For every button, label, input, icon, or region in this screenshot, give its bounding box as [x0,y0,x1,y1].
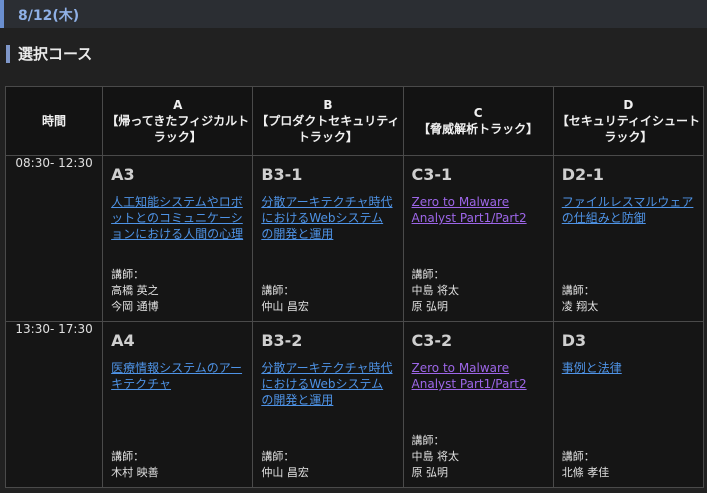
track-name: 【帰ってきたフィジカルトラック】 [106,114,250,144]
session-title-link[interactable]: 人工知能システムやロボットとのコミュニケーションにおける人間の心理 [111,194,244,242]
speaker-name: 高橋 英之 [111,284,159,297]
speaker-label: 講師： [111,268,145,281]
session-cell: B3-2 分散アーキテクチャ時代におけるWebシステムの開発と運用 講師： 仲山… [252,321,404,488]
speaker-block: 講師： 高橋 英之 今岡 通博 [111,267,159,315]
session-code: D2-1 [561,165,604,184]
time-slot: 08:30- 12:30 [4,155,104,322]
speaker-label: 講師： [561,450,595,463]
session-cell: A3 人工知能システムやロボットとのコミュニケーションにおける人間の心理 講師：… [102,155,254,322]
speaker-name: 今岡 通博 [111,300,159,313]
speaker-name: 原 弘明 [411,466,449,479]
speaker-block: 講師： 仲山 昌宏 [261,449,309,481]
session-code: C3-1 [411,165,453,184]
session-title-link[interactable]: Zero to Malware Analyst Part1/Part2 [412,194,545,226]
date-heading: 8/12(木) [18,8,80,24]
course-schedule-table: 時間 A 【帰ってきたフィジカルトラック】 B 【プロダクトセキュリティトラック… [4,86,705,488]
session-title-link[interactable]: 分散アーキテクチャ時代におけるWebシステムの開発と運用 [261,360,394,408]
table-header-row: 時間 A 【帰ってきたフィジカルトラック】 B 【プロダクトセキュリティトラック… [4,86,705,156]
speaker-block: 講師： 仲山 昌宏 [261,283,309,315]
track-c-header: C 【脅威解析トラック】 [402,86,554,156]
time-column-header: 時間 [4,86,104,156]
track-name: 【セキュリティイシュートラック】 [556,114,700,144]
session-title-link[interactable]: 分散アーキテクチャ時代におけるWebシステムの開発と運用 [261,194,394,242]
speaker-name: 木村 映善 [111,466,159,479]
track-letter: D [623,98,634,112]
time-slot: 13:30- 17:30 [4,321,104,488]
session-cell: A4 医療情報システムのアーキテクチャ 講師： 木村 映善 [102,321,254,488]
track-letter: B [323,98,333,112]
date-header-bar: 8/12(木) [0,0,707,28]
session-code: C3-2 [411,331,453,350]
speaker-block: 講師： 中島 将太 原 弘明 [412,267,460,315]
session-title-link[interactable]: Zero to Malware Analyst Part1/Part2 [412,360,545,392]
session-title-link[interactable]: 医療情報システムのアーキテクチャ [111,360,244,392]
track-b-header: B 【プロダクトセキュリティトラック】 [252,86,404,156]
session-cell: C3-1 Zero to Malware Analyst Part1/Part2… [402,155,554,322]
speaker-block: 講師： 木村 映善 [111,449,159,481]
speaker-name: 原 弘明 [411,300,449,313]
speaker-label: 講師： [261,450,295,463]
speaker-name: 中島 将太 [411,450,460,463]
speaker-label: 講師： [411,434,445,447]
session-code: B3-2 [261,331,303,350]
session-cell: D3 事例と法律 講師： 北條 孝佳 [552,321,705,488]
speaker-block: 講師： 中島 将太 原 弘明 [412,433,460,481]
table-row: 08:30- 12:30 A3 人工知能システムやロボットとのコミュニケーション… [4,155,705,322]
session-code: A3 [111,165,135,184]
speaker-block: 講師： 北條 孝佳 [562,449,610,481]
speaker-label: 講師： [561,284,595,297]
session-cell: C3-2 Zero to Malware Analyst Part1/Part2… [402,321,554,488]
session-cell: D2-1 ファイルレスマルウェアの仕組みと防御 講師： 凌 翔太 [552,155,705,322]
session-code: D3 [561,331,587,350]
speaker-block: 講師： 凌 翔太 [562,283,599,315]
speaker-label: 講師： [111,450,145,463]
table-row: 13:30- 17:30 A4 医療情報システムのアーキテクチャ 講師： 木村 … [4,321,705,488]
section-title: 選択コース [6,45,92,63]
session-cell: B3-1 分散アーキテクチャ時代におけるWebシステムの開発と運用 講師： 仲山… [252,155,404,322]
speaker-name: 北條 孝佳 [561,466,610,479]
speaker-name: 中島 将太 [411,284,460,297]
session-title-link[interactable]: 事例と法律 [562,360,695,376]
session-code: B3-1 [261,165,303,184]
speaker-name: 凌 翔太 [561,300,599,313]
track-a-header: A 【帰ってきたフィジカルトラック】 [102,86,254,156]
session-title-link[interactable]: ファイルレスマルウェアの仕組みと防御 [562,194,695,226]
track-letter: C [473,106,483,120]
track-name: 【プロダクトセキュリティトラック】 [256,114,400,144]
track-letter: A [173,98,183,112]
track-d-header: D 【セキュリティイシュートラック】 [552,86,705,156]
track-name: 【脅威解析トラック】 [418,122,539,136]
speaker-name: 仲山 昌宏 [261,300,309,313]
session-code: A4 [111,331,135,350]
speaker-label: 講師： [411,268,445,281]
speaker-label: 講師： [261,284,295,297]
speaker-name: 仲山 昌宏 [261,466,309,479]
